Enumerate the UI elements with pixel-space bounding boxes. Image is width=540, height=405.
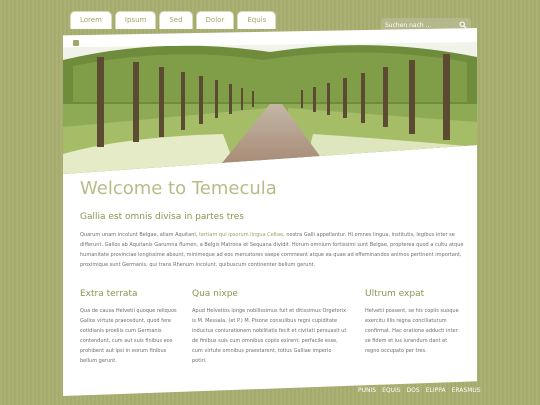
footer-link-erasmus[interactable]: ERASMUS (452, 387, 481, 394)
search-placeholder: Suchen nach ... (385, 21, 432, 29)
tab-lorem[interactable]: Lorem (70, 11, 112, 29)
page-title: Welcome to Temecula (80, 178, 277, 199)
footer-link-elippa[interactable]: ELIPPA (426, 387, 446, 394)
footer-link-equis[interactable]: EQUIS (382, 387, 400, 394)
intro-highlight-link[interactable]: tertiam qui ipsorum lingua Celtae (199, 232, 283, 238)
column-heading: Ultrum expat (365, 289, 425, 299)
footer-link-punis[interactable]: PUNIS (358, 387, 376, 394)
column-text: Apud Helvetios longe nobilissimus fuit e… (192, 308, 347, 364)
column-qua-nixpe: Qua nixpe Apud Helvetios longe nobilissi… (192, 289, 347, 366)
column-text: Helvetii possent, se his copiis suoque e… (365, 308, 459, 354)
column-heading: Extra terrata (80, 289, 138, 299)
content-panel: Welcome to Temecula Gallia est omnis div… (63, 28, 477, 396)
column-text: Qua de causa Helvetii quoque reliquos Ga… (80, 308, 177, 364)
intro-paragraph: Quarum unam incolunt Belgae, aliam Aquit… (80, 230, 465, 270)
tab-equis[interactable]: Equis (237, 11, 277, 29)
tab-ipsum[interactable]: Ipsum (114, 11, 157, 29)
footer-links: PUNIS EQUIS DOS ELIPPA ERASMUS (358, 387, 481, 394)
tab-dolor[interactable]: Dolor (195, 11, 235, 29)
footer-link-dos[interactable]: DOS (407, 387, 420, 394)
tab-sed[interactable]: Sed (159, 11, 193, 29)
bookmark-icon (73, 40, 79, 46)
intro-text-start: Quarum unam incolunt Belgae, aliam Aquit… (80, 232, 199, 238)
tree-lined-road-image (63, 42, 477, 174)
column-heading: Qua nixpe (192, 289, 238, 299)
column-ultrum-expat: Ultrum expat Helvetii possent, se his co… (365, 289, 463, 356)
column-extra-terrata: Extra terrata Qua de causa Helvetii quoq… (80, 289, 178, 366)
top-nav-tabs: Lorem Ipsum Sed Dolor Equis (70, 11, 277, 29)
hero-image (63, 42, 477, 174)
search-icon[interactable] (459, 21, 467, 29)
page-subtitle: Gallia est omnis divisa in partes tres (80, 212, 244, 222)
